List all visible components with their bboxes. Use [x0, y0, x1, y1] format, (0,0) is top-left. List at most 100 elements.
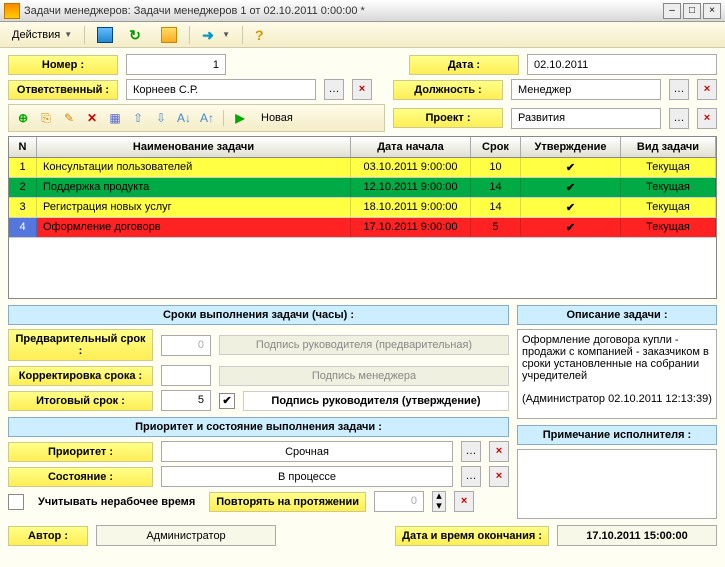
author-field: [96, 525, 276, 546]
copy-row-button[interactable]: ⎘: [36, 108, 56, 128]
close-button[interactable]: ×: [703, 3, 721, 19]
prelim-label: Предварительный срок :: [8, 329, 153, 361]
end-field: [557, 525, 717, 546]
col-date[interactable]: Дата начала: [351, 137, 471, 157]
cell-name: Поддержка продукта: [37, 178, 351, 197]
grid-toolbar: ⊕ ⎘ ✎ ✕ ▦ ⇧ ⇩ A↓ A↑ ▶ Новая: [8, 104, 385, 132]
goto-button[interactable]: ➜▼: [196, 25, 236, 45]
state-select-button[interactable]: …: [461, 466, 481, 487]
final-value[interactable]: 5: [161, 390, 211, 411]
author-label: Автор :: [8, 526, 88, 546]
save-button[interactable]: [91, 25, 119, 45]
adjust-value[interactable]: [161, 365, 211, 386]
col-type[interactable]: Вид задачи: [621, 137, 716, 157]
state-label: Состояние :: [8, 467, 153, 487]
col-name[interactable]: Наименование задачи: [37, 137, 351, 157]
copy-button[interactable]: [155, 25, 183, 45]
position-field[interactable]: [511, 79, 661, 100]
cell-n: 2: [9, 178, 37, 197]
responsible-select-button[interactable]: …: [324, 79, 344, 100]
repeat-clear-button[interactable]: ×: [454, 491, 474, 512]
cell-approval: ✔: [521, 178, 621, 197]
project-clear-button[interactable]: ×: [697, 108, 717, 129]
cell-n: 3: [9, 198, 37, 217]
end-label: Дата и время окончания :: [395, 526, 549, 546]
description-meta: (Администратор 02.10.2011 12:13:39): [522, 393, 712, 405]
repeat-value[interactable]: 0: [374, 491, 424, 512]
final-checkbox[interactable]: ✔: [219, 393, 235, 409]
cell-date: 17.10.2011 9:00:00: [351, 218, 471, 237]
maximize-button[interactable]: □: [683, 3, 701, 19]
cell-type: Текущая: [621, 178, 716, 197]
note-box[interactable]: [517, 449, 717, 519]
description-section-header: Описание задачи :: [517, 305, 717, 325]
table-row[interactable]: 3Регистрация новых услуг18.10.2011 9:00:…: [9, 198, 716, 218]
nonwork-checkbox[interactable]: [8, 494, 24, 510]
description-box[interactable]: Оформление договора купли - продажи с ко…: [517, 329, 717, 419]
number-field[interactable]: [126, 54, 226, 75]
sig3-label: Подпись руководителя (утверждение): [243, 391, 509, 411]
col-n[interactable]: N: [9, 137, 37, 157]
sig2-label: Подпись менеджера: [219, 366, 509, 386]
content-area: Номер : Дата : Ответственный : … × Должн…: [0, 48, 725, 567]
delete-button[interactable]: ✕: [82, 108, 102, 128]
cell-approval: ✔: [521, 158, 621, 177]
minimize-button[interactable]: –: [663, 3, 681, 19]
prelim-value[interactable]: 0: [161, 335, 211, 356]
add-button[interactable]: ⊕: [13, 108, 33, 128]
col-duration[interactable]: Срок: [471, 137, 521, 157]
refresh-button[interactable]: ↻: [123, 25, 151, 45]
state-clear-button[interactable]: ×: [489, 466, 509, 487]
cell-duration: 14: [471, 198, 521, 217]
sig1-label: Подпись руководителя (предварительная): [219, 335, 509, 355]
cell-n: 1: [9, 158, 37, 177]
project-field[interactable]: [511, 108, 661, 129]
cell-date: 18.10.2011 9:00:00: [351, 198, 471, 217]
position-select-button[interactable]: …: [669, 79, 689, 100]
grid-header: N Наименование задачи Дата начала Срок У…: [9, 137, 716, 158]
nonwork-label: Учитывать нерабочее время: [32, 493, 201, 511]
table-row[interactable]: 4Оформление договорв17.10.2011 9:00:005✔…: [9, 218, 716, 238]
cell-approval: ✔: [521, 218, 621, 237]
priority-section-header: Приоритет и состояние выполнения задачи …: [8, 417, 509, 437]
state-field[interactable]: [161, 466, 453, 487]
tasks-grid: N Наименование задачи Дата начала Срок У…: [8, 136, 717, 299]
cell-approval: ✔: [521, 198, 621, 217]
edit-button[interactable]: ✎: [59, 108, 79, 128]
cell-duration: 14: [471, 178, 521, 197]
responsible-clear-button[interactable]: ×: [352, 79, 372, 100]
responsible-label: Ответственный :: [8, 80, 118, 100]
responsible-field[interactable]: [126, 79, 316, 100]
move-down-button[interactable]: ⇩: [151, 108, 171, 128]
project-select-button[interactable]: …: [669, 108, 689, 129]
final-label: Итоговый срок :: [8, 391, 153, 411]
number-label: Номер :: [8, 55, 118, 75]
table-row[interactable]: 2Поддержка продукта12.10.2011 9:00:0014✔…: [9, 178, 716, 198]
col-approval[interactable]: Утверждение: [521, 137, 621, 157]
cell-name: Консультации пользователей: [37, 158, 351, 177]
note-section-header: Примечание исполнителя :: [517, 425, 717, 445]
table-row[interactable]: 1Консультации пользователей03.10.2011 9:…: [9, 158, 716, 178]
chevron-down-icon: ▼: [64, 30, 72, 39]
position-clear-button[interactable]: ×: [697, 79, 717, 100]
cell-type: Текущая: [621, 218, 716, 237]
repeat-label: Повторять на протяжении: [209, 492, 366, 512]
help-button[interactable]: ?: [249, 25, 277, 45]
sort-desc-button[interactable]: A↑: [197, 108, 217, 128]
timing-section-header: Сроки выполнения задачи (часы) :: [8, 305, 509, 325]
actions-menu[interactable]: Действия ▼: [6, 27, 78, 43]
cell-name: Регистрация новых услуг: [37, 198, 351, 217]
sort-asc-button[interactable]: A↓: [174, 108, 194, 128]
run-button[interactable]: ▶: [230, 108, 250, 128]
date-field[interactable]: [527, 54, 717, 75]
project-label: Проект :: [393, 108, 503, 128]
save-grid-button[interactable]: ▦: [105, 108, 125, 128]
new-task-label: Новая: [253, 112, 301, 124]
window-title: Задачи менеджеров: Задачи менеджеров 1 о…: [24, 5, 663, 17]
priority-clear-button[interactable]: ×: [489, 441, 509, 462]
priority-field[interactable]: [161, 441, 453, 462]
cell-type: Текущая: [621, 158, 716, 177]
move-up-button[interactable]: ⇧: [128, 108, 148, 128]
priority-select-button[interactable]: …: [461, 441, 481, 462]
repeat-spinner[interactable]: ▴▾: [432, 491, 446, 512]
